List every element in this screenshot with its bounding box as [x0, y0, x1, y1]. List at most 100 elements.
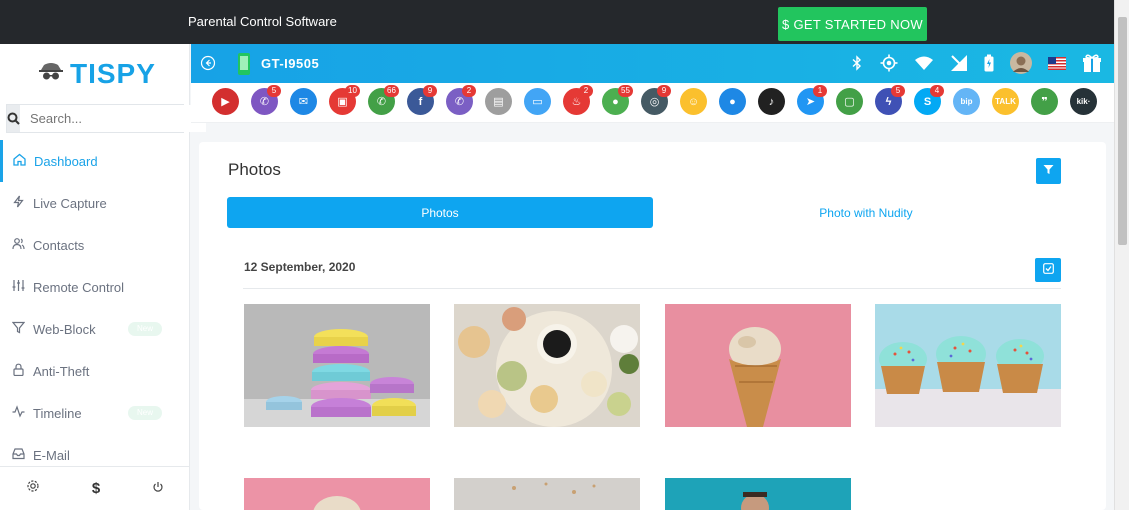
- app-icon-facebook[interactable]: f9: [407, 85, 437, 115]
- filter-icon: [11, 321, 26, 337]
- app-count-badge: 1: [813, 85, 827, 97]
- new-badge: New: [128, 322, 162, 336]
- sidebar-item-dashboard[interactable]: Dashboard: [0, 140, 190, 182]
- signal-icon[interactable]: [950, 54, 968, 77]
- activity-icon: [12, 405, 25, 421]
- sidebar-item-remote-control[interactable]: Remote Control: [0, 266, 190, 308]
- app-count-badge: 10: [345, 85, 360, 97]
- sidebar-nav: Dashboard Live Capture Contacts Remote C…: [0, 140, 190, 476]
- app-icon-flickr[interactable]: ●: [719, 88, 746, 115]
- app-icon-tiktok[interactable]: ♪: [758, 88, 785, 115]
- photo-thumbnail[interactable]: [665, 304, 851, 427]
- brand-logo[interactable]: TISPY: [38, 58, 156, 90]
- brand-name: TISPY: [70, 58, 156, 89]
- app-icon-clipboard[interactable]: ▤: [485, 88, 512, 115]
- location-icon[interactable]: [880, 54, 898, 77]
- app-count-badge: 2: [462, 85, 476, 97]
- app-icon-kakaotalk[interactable]: TALK: [992, 88, 1019, 115]
- sidebar-item-live-capture[interactable]: Live Capture: [0, 182, 190, 224]
- wifi-icon[interactable]: [914, 55, 934, 76]
- checkbox-icon: [1042, 261, 1054, 279]
- sidebar-item-timeline[interactable]: Timeline New: [0, 392, 190, 434]
- email-icon: ✉: [298, 96, 309, 108]
- photo-thumbnail[interactable]: [244, 304, 430, 427]
- search-input[interactable]: [20, 105, 206, 132]
- app-icon-telegram[interactable]: ➤ 1: [797, 85, 827, 115]
- messenger-icon: ϟ: [885, 95, 892, 108]
- app-icon-screen[interactable]: ▭: [524, 88, 551, 115]
- app-icon-messenger[interactable]: ϟ5: [875, 85, 905, 115]
- bluetooth-icon[interactable]: [850, 55, 864, 76]
- app-icon-tinder[interactable]: ♨ 2: [563, 85, 593, 115]
- device-name: GT-I9505: [261, 56, 320, 71]
- kakaotalk-icon: TALK: [995, 97, 1016, 106]
- sidebar-item-label: Contacts: [33, 237, 85, 253]
- battery-icon[interactable]: [984, 54, 994, 77]
- snapchat-icon: ☺: [687, 95, 700, 108]
- spy-icon: [38, 61, 64, 88]
- avatar[interactable]: [1010, 52, 1032, 79]
- power-icon[interactable]: [152, 480, 164, 498]
- back-arrow-icon[interactable]: [200, 55, 216, 76]
- get-started-button[interactable]: $ GET STARTED NOW: [778, 7, 927, 41]
- app-icon-wechat[interactable]: ● 55: [602, 85, 633, 115]
- clipboard-icon: ▤: [493, 96, 504, 108]
- photo-thumbnail[interactable]: [244, 478, 430, 510]
- app-icon-screen-recorder[interactable]: ▶: [212, 88, 239, 115]
- device-status-icons: [850, 52, 1102, 79]
- app-icon-bip[interactable]: bip: [953, 88, 980, 115]
- app-icon-line[interactable]: ▢: [836, 88, 863, 115]
- tinder-icon: ♨: [571, 96, 582, 108]
- search-icon[interactable]: [7, 105, 20, 132]
- app-icon-snapchat[interactable]: ☺: [680, 88, 707, 115]
- app-icon-hangouts[interactable]: ❞: [1031, 88, 1058, 115]
- gear-icon[interactable]: [26, 479, 40, 498]
- tab-photos[interactable]: Photos: [227, 197, 653, 228]
- dollar-icon[interactable]: $: [92, 480, 100, 497]
- tiktok-icon: ♪: [768, 95, 775, 108]
- sidebar-item-web-block[interactable]: Web-Block New: [0, 308, 190, 350]
- gift-icon[interactable]: [1082, 53, 1102, 78]
- search-box: [6, 104, 206, 133]
- photo-thumbnail[interactable]: [454, 478, 640, 510]
- bolt-icon: [12, 195, 25, 211]
- sidebar-item-anti-theft[interactable]: Anti-Theft: [0, 350, 190, 392]
- page-scrollbar[interactable]: [1114, 0, 1129, 510]
- sidebar: TISPY Dashboard Live Capture Contacts Re…: [0, 44, 206, 510]
- date-group-header: 12 September, 2020: [243, 258, 1061, 289]
- app-icon-whatsapp[interactable]: ✆ 66: [368, 85, 399, 115]
- app-count-badge: 66: [384, 85, 399, 97]
- app-icon-gallery[interactable]: ▣ 10: [329, 85, 360, 115]
- telegram-icon: ➤: [805, 96, 816, 108]
- photo-thumbnail[interactable]: [665, 478, 851, 510]
- app-icon-instagram[interactable]: ◎ 9: [641, 85, 671, 115]
- whatsapp-icon: ✆: [376, 96, 387, 108]
- filter-button[interactable]: [1036, 158, 1061, 184]
- photo-thumbnail[interactable]: [454, 304, 640, 427]
- sidebar-item-contacts[interactable]: Contacts: [0, 224, 190, 266]
- sidebar-item-label: Remote Control: [33, 279, 125, 295]
- app-icon-email[interactable]: ✉: [290, 88, 317, 115]
- app-icon-calls[interactable]: ✆ 5: [251, 85, 281, 115]
- calls-icon: ✆: [259, 96, 270, 108]
- sidebar-item-label: Web-Block: [33, 321, 96, 337]
- app-count-badge: 2: [579, 85, 593, 97]
- bip-icon: bip: [960, 97, 973, 106]
- photos-panel: Photos Photos Photo with Nudity 12 Septe…: [199, 142, 1106, 510]
- flag-us-icon[interactable]: [1048, 56, 1066, 75]
- sidebar-item-label: Dashboard: [34, 153, 98, 169]
- banner-title: Parental Control Software: [188, 14, 337, 29]
- app-icon-skype[interactable]: S4: [914, 85, 944, 115]
- app-count-badge: 9: [657, 85, 671, 97]
- flickr-icon: ●: [729, 95, 736, 108]
- scrollbar-thumb[interactable]: [1118, 17, 1127, 245]
- hangouts-icon: ❞: [1041, 96, 1048, 108]
- app-icon-viber[interactable]: ✆ 2: [446, 85, 476, 115]
- tab-photo-with-nudity[interactable]: Photo with Nudity: [654, 197, 1078, 228]
- skype-icon: S: [923, 95, 932, 108]
- screen-icon: ▭: [532, 96, 543, 108]
- select-all-button[interactable]: [1035, 258, 1061, 282]
- photo-thumbnail[interactable]: [875, 304, 1061, 427]
- app-icon-kik[interactable]: kik·: [1070, 88, 1097, 115]
- wechat-icon: ●: [612, 95, 619, 108]
